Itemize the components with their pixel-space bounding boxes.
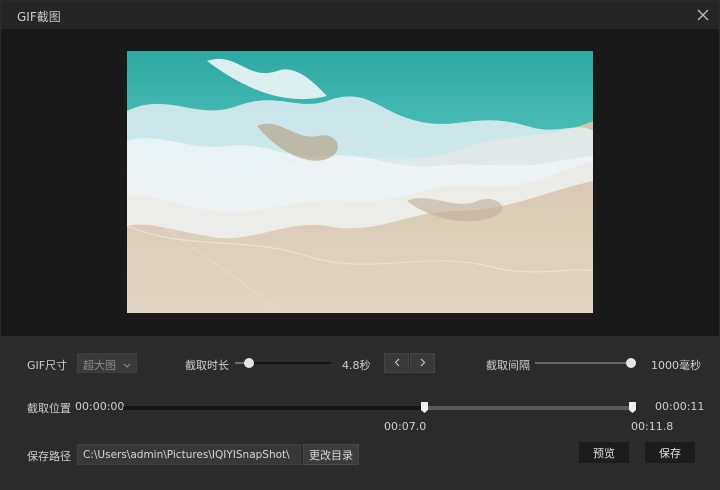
video-frame-preview bbox=[127, 51, 593, 313]
duration-knob[interactable] bbox=[244, 358, 255, 368]
chevron-left-icon bbox=[394, 357, 400, 370]
end-marker-time: 00:11.8 bbox=[631, 420, 674, 433]
gif-size-selected: 超大图 bbox=[83, 359, 116, 372]
save-path-input[interactable] bbox=[77, 444, 301, 465]
chevron-right-icon bbox=[420, 357, 426, 370]
save-path-label: 保存路径 bbox=[27, 450, 71, 463]
interval-slider[interactable] bbox=[535, 357, 636, 369]
gif-size-select[interactable]: 超大图 bbox=[77, 353, 137, 373]
start-marker-time: 00:07.0 bbox=[384, 420, 427, 433]
interval-fill bbox=[535, 362, 631, 364]
duration-slider[interactable] bbox=[235, 357, 331, 369]
interval-label: 截取间隔 bbox=[486, 359, 530, 372]
preview-area bbox=[1, 29, 719, 336]
close-icon[interactable] bbox=[695, 7, 711, 23]
position-range-slider[interactable] bbox=[123, 402, 637, 414]
duration-value: 4.8秒 bbox=[342, 359, 371, 372]
control-panel: GIF尺寸 超大图 截取时长 4.8秒 截取间隔 1000毫秒 截取位置 00:… bbox=[1, 336, 719, 489]
range-end-handle[interactable] bbox=[628, 402, 636, 413]
position-start-time: 00:00:00 bbox=[75, 400, 125, 413]
save-button[interactable]: 保存 bbox=[645, 442, 695, 463]
position-label: 截取位置 bbox=[27, 402, 71, 415]
interval-knob[interactable] bbox=[626, 358, 636, 368]
change-directory-button[interactable]: 更改目录 bbox=[303, 444, 359, 465]
interval-value: 1000毫秒 bbox=[651, 359, 701, 372]
title-bar[interactable]: GIF截图 bbox=[1, 1, 719, 29]
position-end-time: 00:00:11 bbox=[655, 400, 705, 413]
duration-label: 截取时长 bbox=[185, 359, 229, 372]
gif-capture-window: GIF截图 GIF尺寸 超大图 截取时长 4.8秒 截取间隔 1000毫秒 截取… bbox=[0, 0, 720, 490]
window-title: GIF截图 bbox=[17, 10, 61, 24]
chevron-down-icon bbox=[123, 359, 131, 372]
next-frame-button[interactable] bbox=[410, 353, 435, 373]
range-start-handle[interactable] bbox=[420, 402, 428, 413]
position-selected-range bbox=[423, 406, 632, 410]
preview-button[interactable]: 预览 bbox=[579, 442, 629, 463]
prev-frame-button[interactable] bbox=[384, 353, 409, 373]
gif-size-label: GIF尺寸 bbox=[27, 359, 68, 372]
